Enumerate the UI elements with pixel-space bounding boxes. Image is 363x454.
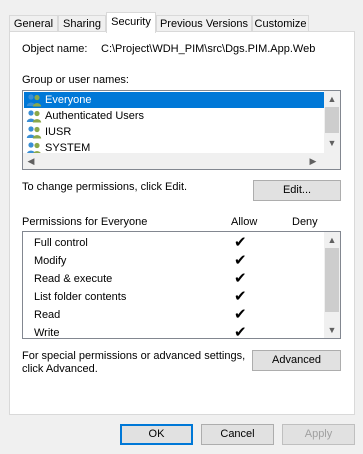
special-permissions-text-2: click Advanced.	[22, 363, 98, 375]
user-list[interactable]: Everyone Authenticated Users IUSR SYSTEM ▲ …	[22, 90, 341, 170]
permissions-vscrollbar[interactable]: ▲ ▼	[324, 232, 340, 338]
check-icon: ✔	[234, 234, 247, 251]
tab-security[interactable]: Security	[106, 12, 156, 33]
change-permissions-text: To change permissions, click Edit.	[22, 181, 188, 193]
user-list-item[interactable]: Authenticated Users	[24, 108, 325, 124]
check-icon: ✔	[234, 270, 247, 287]
user-name-label: Everyone	[45, 94, 92, 106]
tab-customize[interactable]: Customize	[252, 15, 309, 32]
scroll-up-icon[interactable]: ▲	[324, 91, 340, 107]
permission-row-label: List folder contents	[34, 291, 127, 303]
permission-row-label: Full control	[34, 237, 88, 249]
permission-row-label: Read & execute	[34, 273, 113, 285]
tab-general[interactable]: General	[9, 15, 58, 32]
special-permissions-text-1: For special permissions or advanced sett…	[22, 350, 246, 362]
allow-column-header: Allow	[231, 216, 258, 228]
permissions-header: Permissions for Everyone	[22, 216, 148, 228]
cancel-button[interactable]: Cancel	[201, 424, 274, 445]
deny-column-header: Deny	[292, 216, 318, 228]
user-list-item[interactable]: IUSR	[24, 124, 325, 140]
edit-button[interactable]: Edit...	[253, 180, 341, 201]
scroll-left-icon[interactable]: ◀	[23, 153, 39, 169]
object-name-label: Object name:	[22, 43, 88, 55]
permission-row-label: Write	[34, 327, 60, 339]
tab-sharing[interactable]: Sharing	[58, 15, 106, 32]
user-list-item[interactable]: Everyone	[24, 92, 325, 108]
scroll-down-icon[interactable]: ▼	[324, 322, 340, 338]
group-names-label: Group or user names:	[22, 74, 129, 86]
user-name-label: Authenticated Users	[45, 110, 145, 122]
security-panel: Object name: C:\Project\WDH_PIM\src\Dgs.…	[9, 31, 355, 415]
users-icon	[26, 109, 42, 123]
object-name-value: C:\Project\WDH_PIM\src\Dgs.PIM.App.Web	[101, 43, 316, 55]
apply-button[interactable]: Apply	[282, 424, 355, 445]
users-icon	[26, 125, 42, 139]
advanced-button[interactable]: Advanced	[252, 350, 341, 371]
permission-row-label: Modify	[34, 255, 67, 267]
check-icon: ✔	[234, 288, 247, 305]
scroll-thumb[interactable]	[325, 107, 339, 133]
permission-row-label: Read	[34, 309, 61, 321]
check-icon: ✔	[234, 324, 247, 339]
scroll-down-icon[interactable]: ▼	[324, 135, 340, 151]
permissions-list[interactable]: Full control ✔ Modify ✔ Read & execute ✔ List …	[22, 231, 341, 339]
ok-button[interactable]: OK	[120, 424, 193, 445]
check-icon: ✔	[234, 252, 247, 269]
scroll-right-icon[interactable]: ▶	[305, 153, 321, 169]
user-list-vscrollbar[interactable]: ▲ ▼	[324, 91, 340, 153]
user-name-label: IUSR	[45, 126, 72, 138]
check-icon: ✔	[234, 306, 247, 323]
scroll-up-icon[interactable]: ▲	[324, 232, 340, 248]
tab-previous-versions[interactable]: Previous Versions	[156, 15, 252, 32]
user-list-hscrollbar[interactable]: ◀ ▶	[23, 153, 340, 169]
users-icon	[26, 93, 42, 107]
scroll-thumb[interactable]	[325, 248, 339, 312]
